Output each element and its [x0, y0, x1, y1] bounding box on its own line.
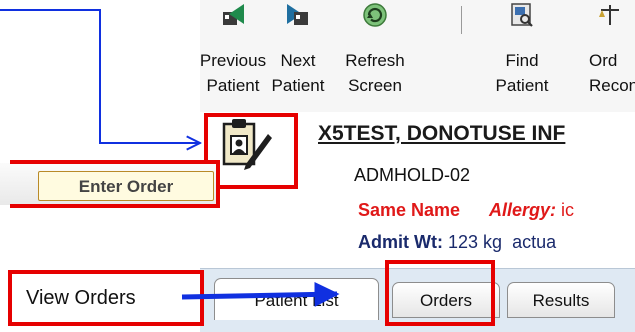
annotation-arrows: [0, 9, 340, 307]
tooltip-to-icon-arrow: [0, 9, 200, 143]
view-orders-arrow: [181, 281, 340, 307]
